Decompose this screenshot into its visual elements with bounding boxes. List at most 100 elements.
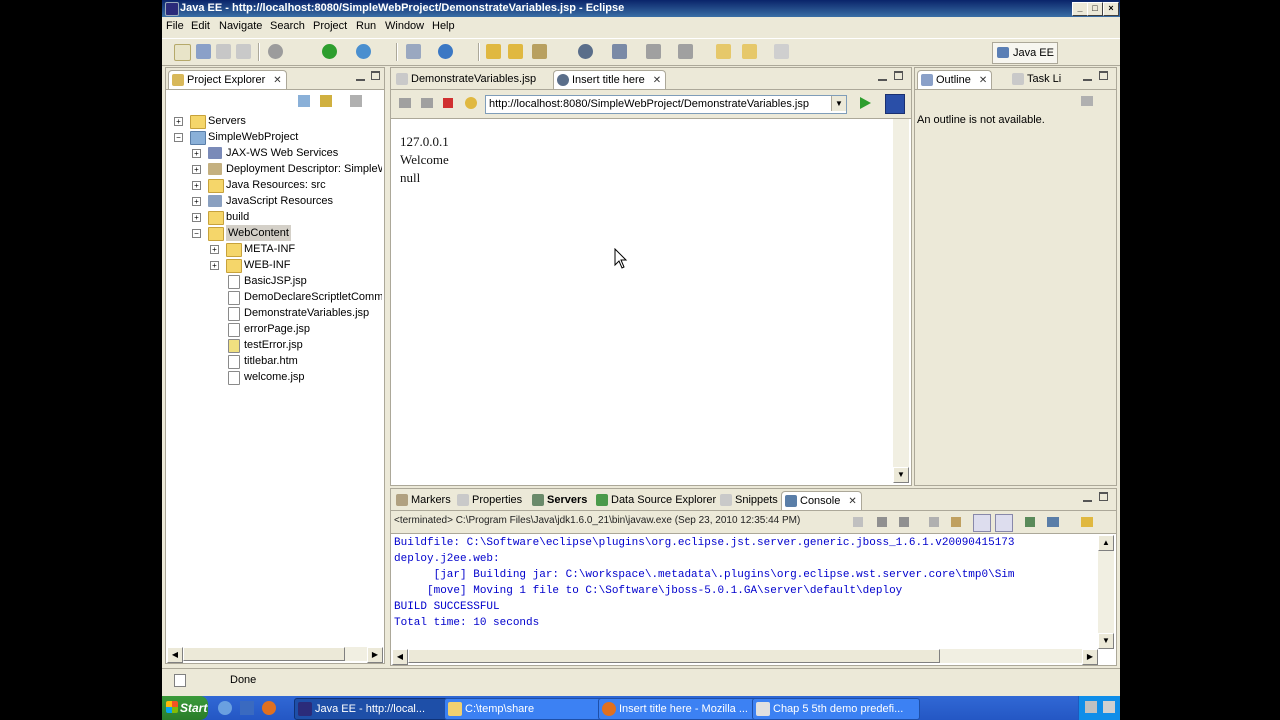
show-on-error-icon[interactable]: [995, 514, 1013, 532]
web-browser-icon[interactable]: [438, 44, 453, 59]
tree-item-deployment-descriptor[interactable]: + Deployment Descriptor: SimpleWebP: [192, 161, 382, 177]
tab-markers[interactable]: Markers: [393, 491, 455, 509]
minimize-view-icon[interactable]: [356, 71, 365, 81]
tree-item-testerror[interactable]: testError.jsp: [210, 337, 382, 353]
open-type-icon[interactable]: [486, 44, 501, 59]
close-icon[interactable]: ✕: [273, 75, 281, 86]
expand-icon[interactable]: +: [192, 165, 201, 174]
tab-data-source-explorer[interactable]: Data Source Explorer: [593, 491, 720, 509]
tree-item-webcontent[interactable]: − WebContent: [192, 225, 382, 241]
expand-icon[interactable]: +: [210, 261, 219, 270]
console-vertical-scrollbar[interactable]: ▲ ▼: [1098, 535, 1114, 649]
back-arrow-icon[interactable]: [742, 44, 757, 59]
next-annotation-icon[interactable]: [646, 44, 661, 59]
scroll-up-button[interactable]: ▲: [1098, 535, 1114, 551]
scroll-right-button[interactable]: ▶: [1082, 649, 1098, 665]
tree-item-simplewebproject[interactable]: − SimpleWebProject: [174, 129, 374, 145]
browser-vertical-scrollbar[interactable]: ▼: [893, 119, 909, 483]
tray-network-icon[interactable]: [1085, 701, 1097, 713]
show-on-output-icon[interactable]: [973, 514, 991, 532]
url-dropdown-icon[interactable]: ▼: [831, 96, 846, 111]
view-menu-icon[interactable]: [350, 95, 362, 107]
expand-icon[interactable]: +: [192, 181, 201, 190]
collapse-icon[interactable]: −: [192, 229, 201, 238]
maximize-view-icon[interactable]: [894, 71, 903, 80]
tree-item-web-inf[interactable]: + WEB-INF: [210, 257, 382, 273]
menu-edit[interactable]: Edit: [191, 20, 210, 32]
scroll-lock-icon[interactable]: [951, 517, 961, 527]
console-horizontal-scrollbar[interactable]: ◀ ▶: [392, 649, 1098, 665]
view-menu-icon[interactable]: [1081, 96, 1093, 106]
tab-outline[interactable]: Outline ✕: [917, 70, 993, 89]
remove-all-icon[interactable]: [899, 517, 909, 527]
scroll-left-button[interactable]: ◀: [392, 649, 408, 665]
tree-item-jax-ws[interactable]: + JAX-WS Web Services: [192, 145, 382, 161]
pin-console-icon[interactable]: [1025, 517, 1035, 527]
expand-icon[interactable]: +: [174, 117, 183, 126]
save-all-icon[interactable]: [216, 44, 231, 59]
maximize-view-icon[interactable]: [1099, 492, 1108, 501]
expand-icon[interactable]: +: [210, 245, 219, 254]
collapse-icon[interactable]: −: [174, 133, 183, 142]
forward-icon[interactable]: [421, 98, 433, 108]
go-icon[interactable]: [860, 97, 871, 109]
debug-icon[interactable]: [268, 44, 283, 59]
tree-item-welcome[interactable]: welcome.jsp: [210, 369, 382, 385]
scroll-thumb[interactable]: [408, 649, 940, 663]
stop-icon[interactable]: [443, 98, 453, 108]
fast-view-icon[interactable]: [174, 674, 186, 687]
print-icon[interactable]: [236, 44, 251, 59]
tray-volume-icon[interactable]: [1103, 701, 1115, 713]
scroll-left-button[interactable]: ◀: [167, 647, 183, 663]
taskbar-item-firefox[interactable]: Insert title here - Mozilla ...: [598, 698, 766, 720]
toggle-mark-icon[interactable]: [612, 44, 627, 59]
url-field[interactable]: http://localhost:8080/SimpleWebProject/D…: [485, 95, 847, 114]
open-resource-icon[interactable]: [508, 44, 523, 59]
ie-quicklaunch-icon[interactable]: [218, 701, 232, 715]
firefox-quicklaunch-icon[interactable]: [262, 701, 276, 715]
minimize-view-icon[interactable]: [1083, 71, 1092, 81]
scroll-right-button[interactable]: ▶: [367, 647, 383, 663]
tab-task-list[interactable]: Task Li: [1009, 70, 1065, 88]
forward-arrow-icon[interactable]: [774, 44, 789, 59]
last-edit-icon[interactable]: [716, 44, 731, 59]
run-icon[interactable]: [322, 44, 337, 59]
globe-icon[interactable]: [578, 44, 593, 59]
tree-item-errorpage[interactable]: errorPage.jsp: [210, 321, 382, 337]
collapse-all-icon[interactable]: [298, 95, 310, 107]
back-icon[interactable]: [399, 98, 411, 108]
link-with-editor-icon[interactable]: [320, 95, 332, 107]
title-bar[interactable]: Java EE - http://localhost:8080/SimpleWe…: [162, 0, 1120, 17]
expand-icon[interactable]: +: [192, 149, 201, 158]
tree-item-titlebar[interactable]: titlebar.htm: [210, 353, 382, 369]
horizontal-scrollbar[interactable]: ◀ ▶: [167, 647, 383, 663]
menu-file[interactable]: File: [166, 20, 184, 32]
tab-snippets[interactable]: Snippets: [717, 491, 782, 509]
tab-servers[interactable]: Servers: [529, 491, 591, 509]
taskbar-item-document[interactable]: Chap 5 5th demo predefi...: [752, 698, 920, 720]
minimize-button[interactable]: _: [1072, 2, 1088, 16]
scroll-thumb[interactable]: [183, 647, 345, 661]
close-icon[interactable]: ✕: [653, 75, 661, 86]
tree-item-demodeclare[interactable]: DemoDeclareScriptletComments: [210, 289, 382, 305]
tab-console[interactable]: Console ✕: [781, 491, 862, 510]
desktop-quicklaunch-icon[interactable]: [240, 701, 254, 715]
tab-properties[interactable]: Properties: [454, 491, 526, 509]
search-icon[interactable]: [532, 44, 547, 59]
perspective-java-ee[interactable]: Java EE: [992, 42, 1058, 64]
clear-console-icon[interactable]: [929, 517, 939, 527]
menu-help[interactable]: Help: [432, 20, 455, 32]
remove-launch-icon[interactable]: [877, 517, 887, 527]
tree-item-java-resources[interactable]: + Java Resources: src: [192, 177, 382, 193]
minimize-view-icon[interactable]: [1083, 492, 1092, 502]
save-icon[interactable]: [196, 44, 211, 59]
tree-item-meta-inf[interactable]: + META-INF: [210, 241, 382, 257]
external-tools-icon[interactable]: [356, 44, 371, 59]
display-console-icon[interactable]: [1047, 517, 1059, 527]
tree-item-basicjsp[interactable]: BasicJSP.jsp: [210, 273, 382, 289]
taskbar-item-eclipse[interactable]: Java EE - http://local...: [294, 698, 460, 720]
tree-item-demonstratevariables[interactable]: DemonstrateVariables.jsp: [210, 305, 382, 321]
refresh-icon[interactable]: [465, 97, 477, 109]
menu-window[interactable]: Window: [385, 20, 424, 32]
previous-annotation-icon[interactable]: [678, 44, 693, 59]
